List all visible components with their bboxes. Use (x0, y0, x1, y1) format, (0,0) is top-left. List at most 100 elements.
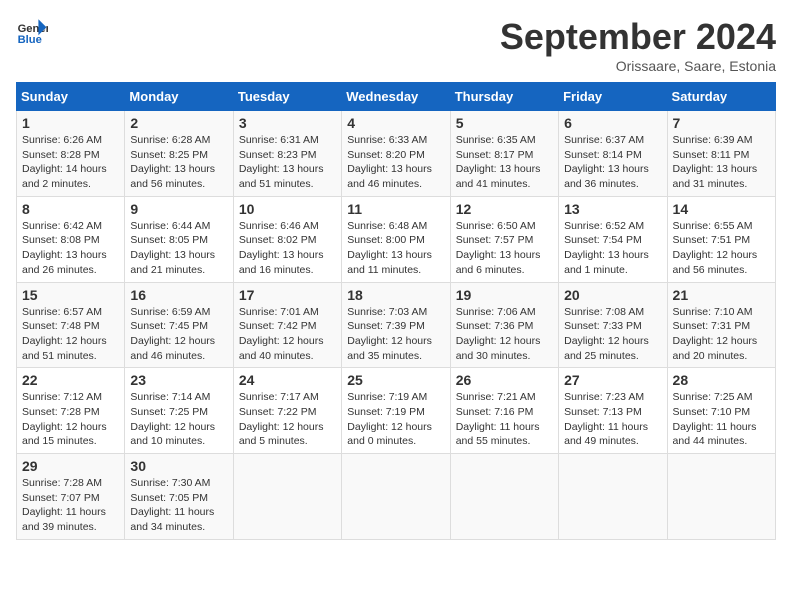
day-info: Sunrise: 6:37 AM Sunset: 8:14 PM Dayligh… (564, 133, 661, 192)
day-info: Sunrise: 6:42 AM Sunset: 8:08 PM Dayligh… (22, 219, 119, 278)
day-number: 18 (347, 287, 444, 303)
month-title: September 2024 (500, 16, 776, 58)
calendar-week-row: 8 Sunrise: 6:42 AM Sunset: 8:08 PM Daylig… (17, 196, 776, 282)
calendar-cell: 8 Sunrise: 6:42 AM Sunset: 8:08 PM Daylig… (17, 196, 125, 282)
day-info: Sunrise: 7:17 AM Sunset: 7:22 PM Dayligh… (239, 390, 336, 449)
calendar-cell: 12 Sunrise: 6:50 AM Sunset: 7:57 PM Dayli… (450, 196, 558, 282)
header-saturday: Saturday (667, 83, 775, 111)
header-wednesday: Wednesday (342, 83, 450, 111)
day-info: Sunrise: 6:26 AM Sunset: 8:28 PM Dayligh… (22, 133, 119, 192)
day-number: 26 (456, 372, 553, 388)
day-info: Sunrise: 7:25 AM Sunset: 7:10 PM Dayligh… (673, 390, 770, 449)
day-number: 9 (130, 201, 227, 217)
calendar-cell: 18 Sunrise: 7:03 AM Sunset: 7:39 PM Dayli… (342, 282, 450, 368)
day-info: Sunrise: 6:28 AM Sunset: 8:25 PM Dayligh… (130, 133, 227, 192)
day-number: 22 (22, 372, 119, 388)
calendar-cell: 20 Sunrise: 7:08 AM Sunset: 7:33 PM Dayli… (559, 282, 667, 368)
calendar-cell: 1 Sunrise: 6:26 AM Sunset: 8:28 PM Daylig… (17, 111, 125, 197)
day-info: Sunrise: 6:31 AM Sunset: 8:23 PM Dayligh… (239, 133, 336, 192)
calendar-cell: 15 Sunrise: 6:57 AM Sunset: 7:48 PM Dayli… (17, 282, 125, 368)
day-info: Sunrise: 6:35 AM Sunset: 8:17 PM Dayligh… (456, 133, 553, 192)
calendar-cell: 30 Sunrise: 7:30 AM Sunset: 7:05 PM Dayli… (125, 454, 233, 540)
calendar-cell (667, 454, 775, 540)
day-number: 12 (456, 201, 553, 217)
location-subtitle: Orissaare, Saare, Estonia (500, 58, 776, 74)
day-number: 1 (22, 115, 119, 131)
calendar-cell: 17Sunrise: 7:01 AM Sunset: 7:42 PM Dayli… (233, 282, 341, 368)
calendar-cell: 27 Sunrise: 7:23 AM Sunset: 7:13 PM Dayli… (559, 368, 667, 454)
svg-text:Blue: Blue (18, 34, 42, 46)
day-info: Sunrise: 7:30 AM Sunset: 7:05 PM Dayligh… (130, 476, 227, 535)
day-number: 10 (239, 201, 336, 217)
calendar-cell (342, 454, 450, 540)
header-sunday: Sunday (17, 83, 125, 111)
calendar-cell: 3 Sunrise: 6:31 AM Sunset: 8:23 PM Daylig… (233, 111, 341, 197)
calendar-cell: 23Sunrise: 7:14 AM Sunset: 7:25 PM Dayli… (125, 368, 233, 454)
calendar-cell: 24 Sunrise: 7:17 AM Sunset: 7:22 PM Dayli… (233, 368, 341, 454)
day-info: Sunrise: 6:50 AM Sunset: 7:57 PM Dayligh… (456, 219, 553, 278)
calendar-cell: 16 Sunrise: 6:59 AM Sunset: 7:45 PM Dayli… (125, 282, 233, 368)
day-number: 24 (239, 372, 336, 388)
calendar-cell: 19Sunrise: 7:06 AM Sunset: 7:36 PM Dayli… (450, 282, 558, 368)
day-info: Sunrise: 6:52 AM Sunset: 7:54 PM Dayligh… (564, 219, 661, 278)
day-number: 30 (130, 458, 227, 474)
logo: General Blue (16, 16, 48, 48)
calendar-cell: 10 Sunrise: 6:46 AM Sunset: 8:02 PM Dayli… (233, 196, 341, 282)
day-info: Sunrise: 7:10 AM Sunset: 7:31 PM Dayligh… (673, 305, 770, 364)
day-number: 16 (130, 287, 227, 303)
weekday-header-row: Sunday Monday Tuesday Wednesday Thursday… (17, 83, 776, 111)
day-number: 15 (22, 287, 119, 303)
calendar-cell: 21Sunrise: 7:10 AM Sunset: 7:31 PM Dayli… (667, 282, 775, 368)
calendar-cell: 6 Sunrise: 6:37 AM Sunset: 8:14 PM Daylig… (559, 111, 667, 197)
calendar-cell: 9Sunrise: 6:44 AM Sunset: 8:05 PM Daylig… (125, 196, 233, 282)
calendar-cell (233, 454, 341, 540)
calendar-cell: 5 Sunrise: 6:35 AM Sunset: 8:17 PM Daylig… (450, 111, 558, 197)
calendar-week-row: 15 Sunrise: 6:57 AM Sunset: 7:48 PM Dayli… (17, 282, 776, 368)
day-number: 25 (347, 372, 444, 388)
calendar-cell: 2Sunrise: 6:28 AM Sunset: 8:25 PM Daylig… (125, 111, 233, 197)
day-info: Sunrise: 7:28 AM Sunset: 7:07 PM Dayligh… (22, 476, 119, 535)
day-info: Sunrise: 7:23 AM Sunset: 7:13 PM Dayligh… (564, 390, 661, 449)
calendar-cell: 4 Sunrise: 6:33 AM Sunset: 8:20 PM Daylig… (342, 111, 450, 197)
calendar-header: Sunday Monday Tuesday Wednesday Thursday… (17, 83, 776, 111)
day-info: Sunrise: 7:03 AM Sunset: 7:39 PM Dayligh… (347, 305, 444, 364)
header-monday: Monday (125, 83, 233, 111)
calendar-cell (450, 454, 558, 540)
calendar-cell: 22 Sunrise: 7:12 AM Sunset: 7:28 PM Dayli… (17, 368, 125, 454)
calendar-body: 1 Sunrise: 6:26 AM Sunset: 8:28 PM Daylig… (17, 111, 776, 540)
day-number: 6 (564, 115, 661, 131)
day-number: 28 (673, 372, 770, 388)
day-number: 7 (673, 115, 770, 131)
header-friday: Friday (559, 83, 667, 111)
day-info: Sunrise: 6:57 AM Sunset: 7:48 PM Dayligh… (22, 305, 119, 364)
day-number: 11 (347, 201, 444, 217)
calendar-cell: 26 Sunrise: 7:21 AM Sunset: 7:16 PM Dayli… (450, 368, 558, 454)
day-info: Sunrise: 6:33 AM Sunset: 8:20 PM Dayligh… (347, 133, 444, 192)
day-number: 4 (347, 115, 444, 131)
logo-icon: General Blue (16, 16, 48, 48)
day-info: Sunrise: 6:55 AM Sunset: 7:51 PM Dayligh… (673, 219, 770, 278)
calendar-cell (559, 454, 667, 540)
day-number: 5 (456, 115, 553, 131)
day-number: 8 (22, 201, 119, 217)
day-number: 14 (673, 201, 770, 217)
day-number: 19 (456, 287, 553, 303)
day-info: Sunrise: 6:59 AM Sunset: 7:45 PM Dayligh… (130, 305, 227, 364)
day-number: 3 (239, 115, 336, 131)
day-info: Sunrise: 6:39 AM Sunset: 8:11 PM Dayligh… (673, 133, 770, 192)
calendar-cell: 11 Sunrise: 6:48 AM Sunset: 8:00 PM Dayli… (342, 196, 450, 282)
day-number: 27 (564, 372, 661, 388)
day-number: 20 (564, 287, 661, 303)
day-info: Sunrise: 6:48 AM Sunset: 8:00 PM Dayligh… (347, 219, 444, 278)
day-info: Sunrise: 7:19 AM Sunset: 7:19 PM Dayligh… (347, 390, 444, 449)
calendar-cell: 25 Sunrise: 7:19 AM Sunset: 7:19 PM Dayli… (342, 368, 450, 454)
day-info: Sunrise: 7:21 AM Sunset: 7:16 PM Dayligh… (456, 390, 553, 449)
day-info: Sunrise: 7:08 AM Sunset: 7:33 PM Dayligh… (564, 305, 661, 364)
day-info: Sunrise: 7:12 AM Sunset: 7:28 PM Dayligh… (22, 390, 119, 449)
calendar-table: Sunday Monday Tuesday Wednesday Thursday… (16, 82, 776, 540)
day-number: 29 (22, 458, 119, 474)
header-thursday: Thursday (450, 83, 558, 111)
day-info: Sunrise: 6:46 AM Sunset: 8:02 PM Dayligh… (239, 219, 336, 278)
page-header: General Blue September 2024 Orissaare, S… (16, 16, 776, 74)
calendar-week-row: 29 Sunrise: 7:28 AM Sunset: 7:07 PM Dayli… (17, 454, 776, 540)
